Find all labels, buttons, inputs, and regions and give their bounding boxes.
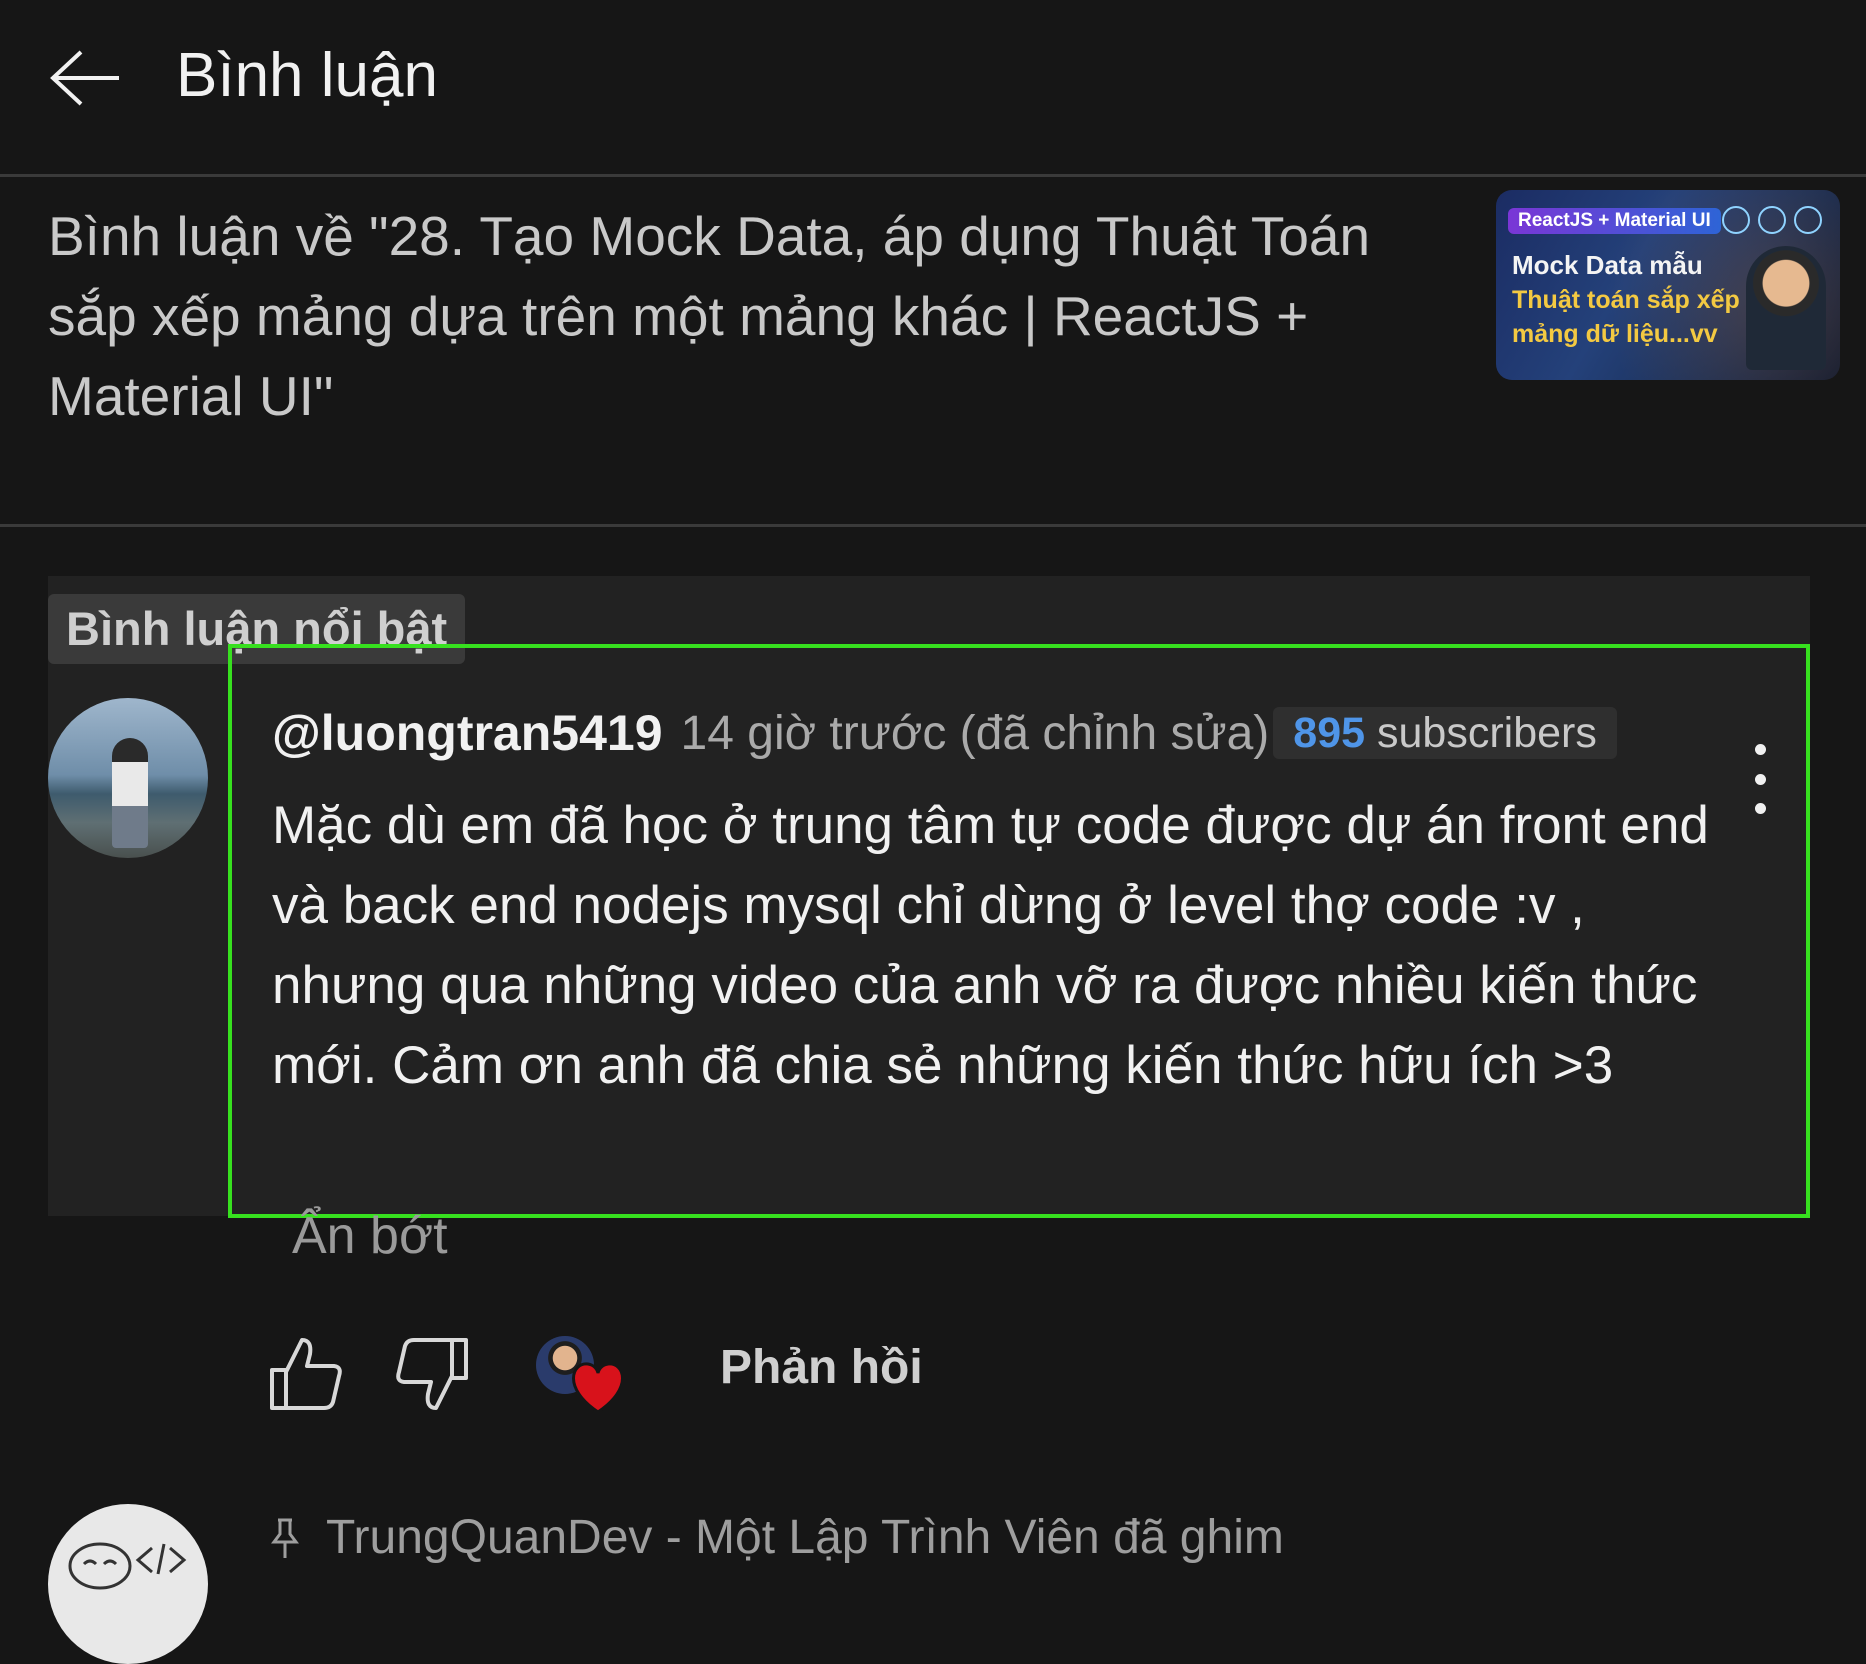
section-divider <box>0 524 1866 527</box>
thumbnail-line-2: Thuật toán sắp xếp <box>1512 286 1740 314</box>
video-thumbnail[interactable]: ReactJS + Material UI Mock Data mẫu Thuậ… <box>1496 190 1840 380</box>
commenter-avatar[interactable] <box>48 698 208 858</box>
more-vert-icon-dot <box>1754 803 1766 814</box>
comment-author[interactable]: @luongtran5419 <box>272 704 663 762</box>
thumb-up-icon <box>270 1338 342 1410</box>
video-context-title: Bình luận về "28. Tạo Mock Data, áp dụng… <box>48 205 1371 427</box>
mui-logo-icon <box>1758 206 1786 234</box>
more-options-button[interactable] <box>1740 744 1780 814</box>
thumb-down-icon <box>396 1338 468 1410</box>
comment-time: 14 giờ trước (đã chỉnh sửa) <box>680 706 1270 760</box>
comment-text: Mặc dù em đã học ở trung tâm tự code đượ… <box>272 796 1709 1095</box>
pin-icon <box>271 1518 299 1558</box>
heart-icon <box>572 1362 624 1414</box>
subscriber-badge: 895 subscribers <box>1273 707 1617 759</box>
creator-heart <box>536 1336 626 1420</box>
thumbnail-person <box>1746 246 1826 370</box>
reply-button[interactable]: Phản hồi <box>720 1340 923 1395</box>
subscriber-count: 895 <box>1293 709 1366 757</box>
thumbnail-tag: ReactJS + Material UI <box>1508 208 1721 234</box>
shield-logo-icon <box>1794 206 1822 234</box>
pinned-row: TrungQuanDev - Một Lập Trình Viên đã ghi… <box>270 1510 1284 1565</box>
header-divider <box>0 174 1866 177</box>
page-title: Bình luận <box>176 41 438 110</box>
pinned-label: TrungQuanDev - Một Lập Trình Viên đã ghi… <box>326 1511 1284 1564</box>
back-arrow-icon <box>50 50 119 106</box>
more-vert-icon <box>1754 744 1766 755</box>
doodle-face-icon <box>68 1542 187 1590</box>
like-button[interactable] <box>266 1334 346 1414</box>
dislike-button[interactable] <box>392 1334 472 1414</box>
back-button[interactable] <box>40 38 130 118</box>
avatar-figure <box>112 738 148 848</box>
subscriber-label: subscribers <box>1377 709 1597 757</box>
react-logo-icon <box>1722 206 1750 234</box>
thumbnail-line-1: Mock Data mẫu <box>1512 250 1703 280</box>
more-vert-icon-dot <box>1754 773 1766 785</box>
next-commenter-avatar[interactable] <box>48 1504 208 1664</box>
thumbnail-line-3: mảng dữ liệu...vv <box>1512 320 1718 348</box>
thumbnail-logos <box>1722 206 1822 234</box>
show-less-link[interactable]: Ẩn bớt <box>292 1206 448 1266</box>
comment-meta: @luongtran5419 14 giờ trước (đã chỉnh sử… <box>272 704 1617 762</box>
